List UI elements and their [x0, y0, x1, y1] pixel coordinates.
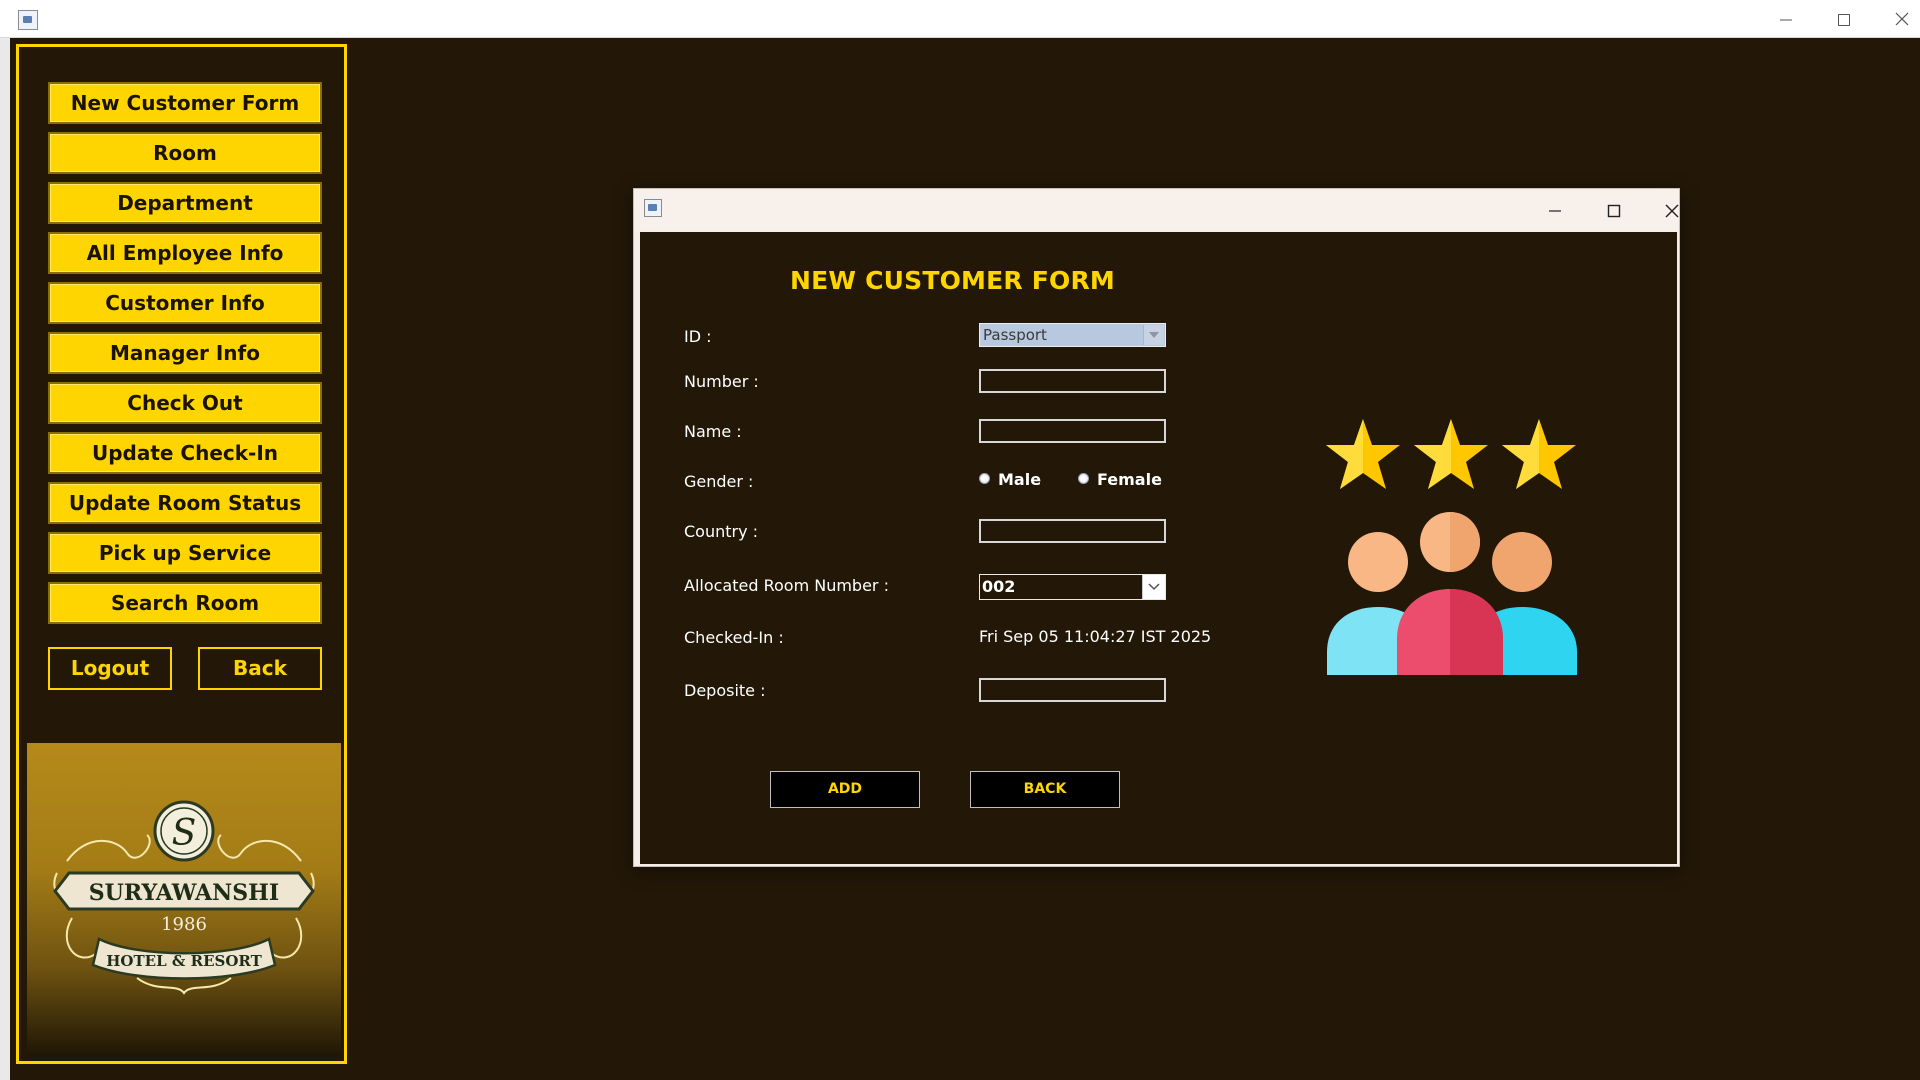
sidebar-item-pick-up-service[interactable]: Pick up Service	[48, 532, 322, 574]
dialog-maximize-icon[interactable]	[1589, 195, 1639, 225]
dialog-back-button[interactable]: BACK	[970, 771, 1120, 808]
name-field[interactable]	[979, 419, 1166, 443]
radio-icon[interactable]	[979, 473, 990, 484]
logo-tagline: HOTEL & RESORT	[106, 952, 262, 970]
radio-icon[interactable]	[1078, 473, 1089, 484]
gender-label: Gender :	[684, 472, 754, 491]
chevron-down-icon[interactable]	[1143, 325, 1164, 345]
sidebar-item-customer-info[interactable]: Customer Info	[48, 282, 322, 324]
id-label: ID :	[684, 327, 712, 346]
hotel-logo: S SURYAWANSHI 1986 HOTEL & RESORT	[27, 743, 341, 1057]
gender-radio-female[interactable]: Female	[1078, 470, 1162, 489]
deposit-field[interactable]	[979, 678, 1166, 702]
minimize-icon[interactable]	[1763, 0, 1809, 37]
gender-radio-male[interactable]: Male	[979, 470, 1041, 489]
number-field[interactable]	[979, 369, 1166, 393]
logo-year: 1986	[161, 914, 207, 935]
java-app-icon	[18, 10, 38, 30]
country-label: Country :	[684, 522, 759, 541]
checked-in-label: Checked-In :	[684, 628, 784, 647]
people-icon	[1327, 512, 1577, 675]
customers-rating-illustration	[1326, 419, 1577, 675]
gender-female-label: Female	[1097, 470, 1162, 489]
number-label: Number :	[684, 372, 759, 391]
form-title: NEW CUSTOMER FORM	[790, 266, 1116, 295]
sidebar-item-update-room-status[interactable]: Update Room Status	[48, 482, 322, 524]
id-type-select[interactable]: Passport	[979, 323, 1166, 347]
sidebar-item-all-employee-info[interactable]: All Employee Info	[48, 232, 322, 274]
dialog-close-icon[interactable]	[1647, 195, 1697, 225]
dialog-title-bar	[634, 189, 1679, 231]
sidebar-item-new-customer-form[interactable]: New Customer Form	[48, 82, 322, 124]
add-button[interactable]: ADD	[770, 771, 920, 808]
star-icon	[1414, 419, 1488, 489]
chevron-down-icon[interactable]	[1142, 575, 1165, 599]
room-label: Allocated Room Number :	[684, 576, 889, 595]
star-icon	[1326, 419, 1400, 489]
gender-male-label: Male	[998, 470, 1042, 489]
logo-name: SURYAWANSHI	[89, 880, 279, 906]
sidebar-item-manager-info[interactable]: Manager Info	[48, 332, 322, 374]
sidebar-item-department[interactable]: Department	[48, 182, 322, 224]
deposit-label: Deposite :	[684, 681, 766, 700]
star-icon	[1502, 419, 1576, 489]
room-number-select[interactable]: 002	[979, 574, 1166, 600]
dialog-body: NEW CUSTOMER FORM ID : Passport Number :…	[640, 232, 1677, 864]
name-label: Name :	[684, 422, 742, 441]
window-left-edge	[0, 38, 10, 1080]
dialog-minimize-icon[interactable]	[1530, 195, 1580, 225]
room-number-value: 002	[982, 577, 1016, 596]
hotel-logo-emblem: S SURYAWANSHI 1986 HOTEL & RESORT	[53, 800, 315, 995]
java-app-icon	[644, 199, 662, 217]
sidebar-item-search-room[interactable]: Search Room	[48, 582, 322, 624]
window-title-bar	[0, 0, 1920, 38]
id-type-value: Passport	[983, 326, 1047, 344]
new-customer-dialog: NEW CUSTOMER FORM ID : Passport Number :…	[633, 188, 1680, 867]
checked-in-value: Fri Sep 05 11:04:27 IST 2025	[979, 627, 1212, 646]
logout-button[interactable]: Logout	[48, 647, 172, 690]
sidebar: New Customer Form Room Department All Em…	[16, 44, 347, 1064]
back-button[interactable]: Back	[198, 647, 322, 690]
sidebar-item-update-check-in-details[interactable]: Update Check-In Details	[48, 432, 322, 503]
logo-initial: S	[172, 813, 197, 854]
close-icon[interactable]	[1879, 0, 1920, 37]
country-field[interactable]	[979, 519, 1166, 543]
sidebar-item-room[interactable]: Room	[48, 132, 322, 174]
sidebar-item-check-out[interactable]: Check Out	[48, 382, 322, 424]
maximize-icon[interactable]	[1821, 0, 1867, 37]
